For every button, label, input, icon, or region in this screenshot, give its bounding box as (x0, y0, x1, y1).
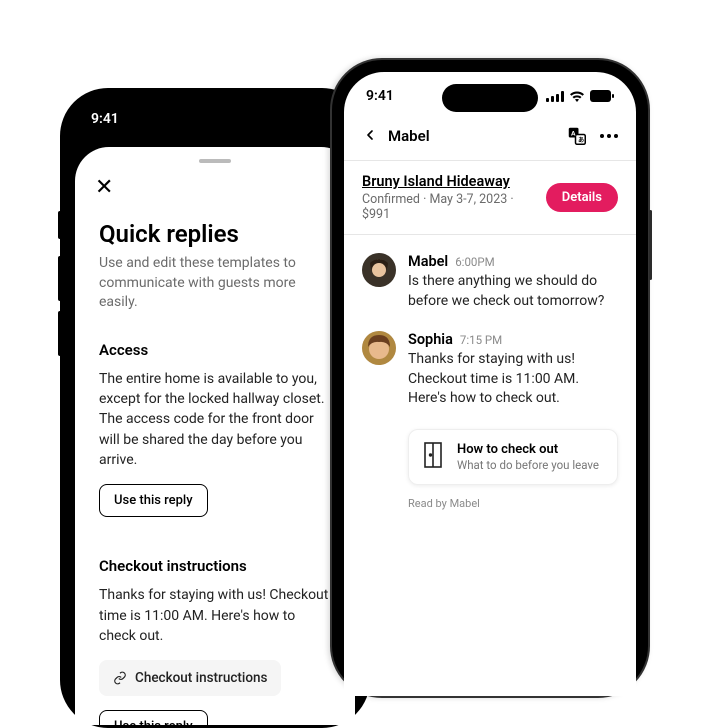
message-text: Is there anything we should do before we… (408, 272, 618, 311)
trip-meta: Confirmed · May 3-7, 2023 · $991 (362, 192, 536, 222)
checkout-card[interactable]: How to check out What to do before you l… (408, 429, 618, 485)
message-text: Thanks for staying with us! Checkout tim… (408, 350, 618, 409)
checkout-instructions-chip[interactable]: Checkout instructions (99, 660, 281, 696)
card-subtitle: What to do before you leave (457, 458, 599, 472)
svg-text:A: A (571, 129, 576, 137)
section-heading-access: Access (99, 341, 331, 359)
battery-icon (590, 90, 614, 102)
chevron-left-icon (362, 127, 378, 143)
link-icon (113, 671, 127, 685)
trip-title[interactable]: Bruny Island Hideaway (362, 173, 536, 190)
door-icon (423, 442, 443, 472)
dynamic-island (442, 84, 538, 112)
phone-front-frame: 9:41 Mabel Aあ Br (330, 58, 650, 698)
card-title: How to check out (457, 442, 599, 457)
use-reply-button-checkout[interactable]: Use this reply (99, 710, 208, 725)
side-button (649, 210, 652, 280)
front-screen: 9:41 Mabel Aあ Br (344, 72, 636, 696)
cellular-icon (546, 91, 564, 102)
section-heading-checkout: Checkout instructions (99, 557, 331, 575)
nav-contact-name: Mabel (388, 127, 430, 145)
status-time: 9:41 (91, 111, 119, 127)
wifi-icon (569, 90, 585, 102)
side-button (58, 256, 62, 301)
quick-replies-subtitle: Use and edit these templates to communic… (99, 254, 331, 313)
section-body-access: The entire home is available to you, exc… (99, 369, 331, 470)
read-receipt: Read by Mabel (408, 497, 618, 510)
translate-icon: Aあ (568, 127, 586, 145)
side-button (58, 311, 62, 356)
details-button[interactable]: Details (546, 183, 618, 212)
message-time: 7:15 PM (460, 333, 502, 347)
message-sender: Sophia (408, 331, 453, 348)
translate-button[interactable]: Aあ (568, 127, 586, 145)
close-icon[interactable]: ✕ (95, 175, 113, 200)
more-icon (600, 134, 618, 138)
section-body-checkout: Thanks for staying with us! Checkout tim… (99, 585, 331, 646)
nav-bar: Mabel Aあ (344, 120, 636, 160)
message-time: 6:00PM (455, 255, 494, 269)
use-reply-button-access[interactable]: Use this reply (99, 484, 208, 517)
svg-text:あ: あ (578, 136, 584, 144)
message-sender: Mabel (408, 253, 448, 270)
more-button[interactable] (600, 134, 618, 138)
trip-bar: Bruny Island Hideaway Confirmed · May 3-… (344, 161, 636, 234)
status-bar-back: 9:41 (63, 91, 367, 147)
phone-back-frame: 9:41 ✕ Quick replies Use and edit these … (60, 88, 370, 728)
avatar-mabel[interactable] (362, 253, 396, 287)
message-thread: Mabel 6:00PM Is there anything we should… (344, 235, 636, 510)
quick-replies-title: Quick replies (99, 220, 331, 248)
avatar-sophia[interactable] (362, 331, 396, 365)
back-screen: ✕ Quick replies Use and edit these templ… (75, 147, 355, 725)
message-row: Sophia 7:15 PM Thanks for staying with u… (362, 331, 618, 409)
side-button (58, 211, 62, 239)
status-icons (546, 90, 614, 102)
message-row: Mabel 6:00PM Is there anything we should… (362, 253, 618, 311)
status-time: 9:41 (366, 88, 394, 104)
chip-label: Checkout instructions (135, 670, 267, 686)
back-button[interactable] (362, 124, 378, 148)
